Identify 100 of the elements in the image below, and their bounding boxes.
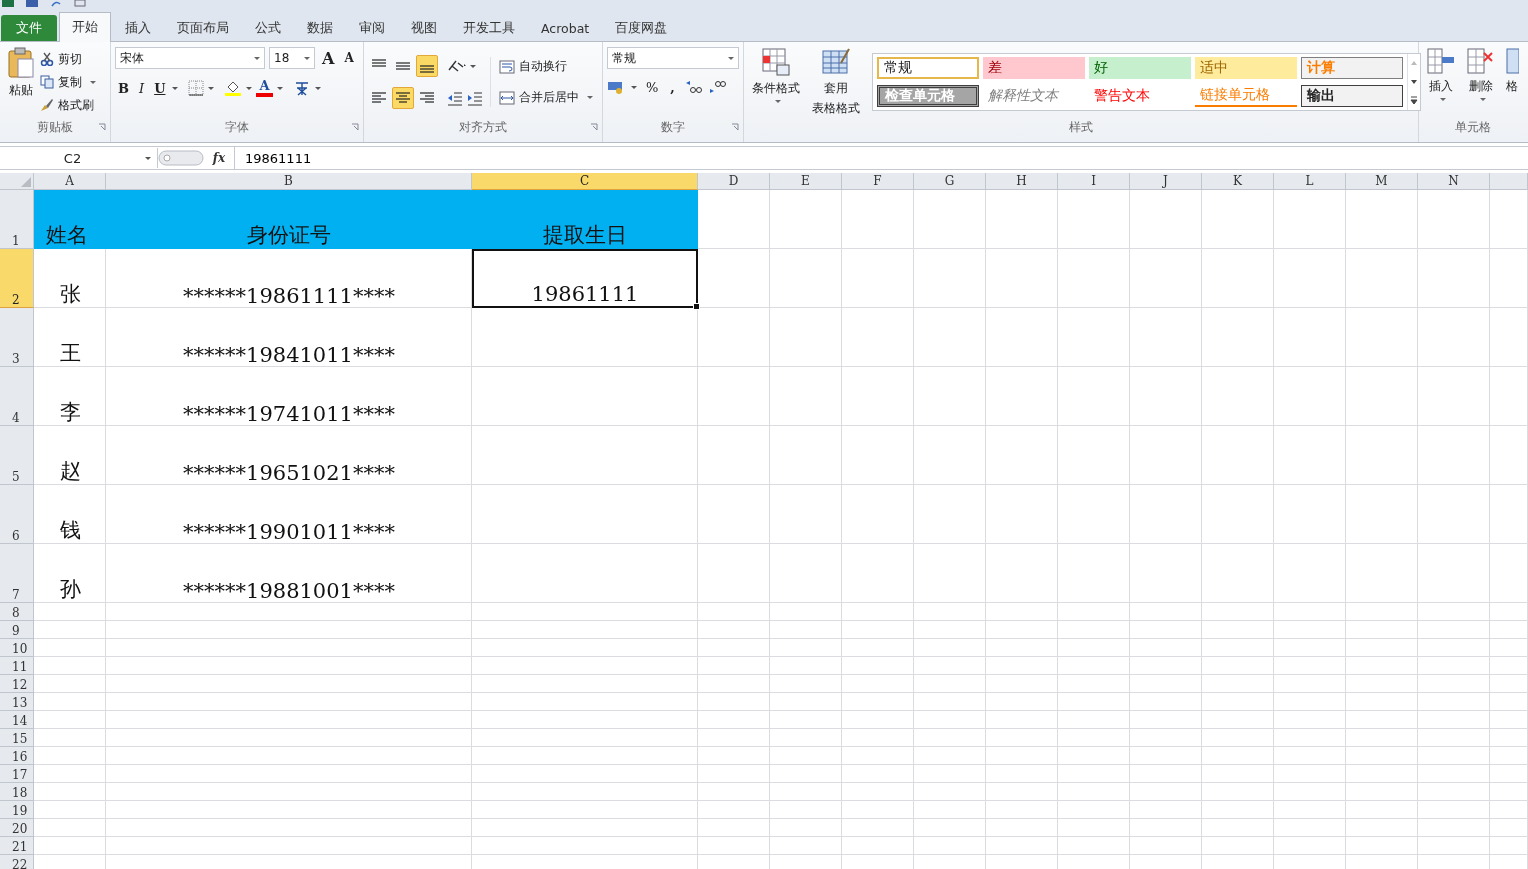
ribbon-tab[interactable]: 审阅 (347, 15, 397, 41)
column-header[interactable]: C (472, 173, 698, 190)
conditional-format-button[interactable]: 条件格式 (748, 47, 804, 103)
format-painter-button[interactable]: 格式刷 (38, 95, 98, 115)
row-header[interactable]: 7 (0, 544, 34, 603)
table-cell[interactable]: 王 (34, 308, 106, 367)
column-header[interactable]: J (1130, 173, 1202, 190)
column-header[interactable]: G (914, 173, 986, 190)
table-cell[interactable]: 钱 (34, 485, 106, 544)
cell-style-item[interactable]: 常规 (877, 57, 979, 79)
wrap-text-button[interactable]: 自动换行 (497, 57, 595, 76)
cell-style-item[interactable]: 好 (1089, 57, 1191, 79)
row-header[interactable]: 15 (0, 729, 34, 747)
column-header[interactable]: K (1202, 173, 1274, 190)
row-header[interactable]: 20 (0, 819, 34, 837)
row-header[interactable]: 6 (0, 485, 34, 544)
ribbon-tab[interactable]: 页面布局 (165, 15, 241, 41)
dialog-launcher-icon[interactable] (731, 123, 739, 131)
font-name-dropdown[interactable]: 宋体 (115, 47, 265, 69)
table-cell[interactable]: 孙 (34, 544, 106, 603)
column-header[interactable]: N (1418, 173, 1490, 190)
merge-center-button[interactable]: 合并后居中 (497, 88, 595, 107)
cell-style-item[interactable]: 警告文本 (1089, 85, 1191, 107)
cell-style-item[interactable]: 适中 (1195, 57, 1297, 79)
column-header[interactable]: L (1274, 173, 1346, 190)
dialog-launcher-icon[interactable] (590, 123, 598, 131)
number-format-dropdown[interactable]: 常规 (607, 47, 739, 69)
percent-button[interactable]: % (643, 79, 662, 95)
ribbon-tab[interactable]: Acrobat (529, 15, 602, 41)
increase-indent-icon[interactable] (466, 89, 484, 107)
row-header[interactable]: 4 (0, 367, 34, 426)
copy-button[interactable]: 复制 (38, 72, 98, 92)
row-header[interactable]: 2 (0, 249, 34, 308)
table-cell[interactable]: 李 (34, 367, 106, 426)
column-header[interactable]: H (986, 173, 1058, 190)
column-header[interactable]: B (106, 173, 472, 190)
font-size-dropdown[interactable]: 18 (269, 47, 315, 69)
borders-icon[interactable] (188, 80, 205, 96)
table-cell[interactable]: 身份证号 (106, 190, 472, 249)
row-header[interactable]: 3 (0, 308, 34, 367)
table-cell[interactable]: 张 (34, 249, 106, 308)
format-cells-button[interactable]: 格 (1503, 47, 1521, 95)
table-cell[interactable]: 提取生日 (472, 190, 698, 249)
row-header[interactable]: 19 (0, 801, 34, 819)
row-header[interactable]: 17 (0, 765, 34, 783)
table-cell[interactable]: ******19651021**** (106, 426, 472, 485)
format-as-table-button[interactable]: 套用 表格格式 (808, 47, 864, 117)
ribbon-tab[interactable]: 百度网盘 (603, 15, 680, 41)
vertical-align-button[interactable] (416, 55, 438, 77)
column-header[interactable]: A (34, 173, 106, 190)
table-cell[interactable]: 19861111 (472, 249, 698, 308)
grip-icon[interactable] (158, 149, 204, 167)
row-header[interactable]: 8 (0, 603, 34, 621)
comma-button[interactable]: , (667, 79, 678, 95)
row-header[interactable]: 12 (0, 675, 34, 693)
row-header[interactable]: 22 (0, 855, 34, 869)
ribbon-tab[interactable]: 数据 (295, 15, 345, 41)
cut-button[interactable]: 剪切 (38, 49, 98, 69)
insert-cells-button[interactable]: 插入 (1423, 47, 1459, 101)
paste-button[interactable]: 粘贴 (4, 47, 38, 99)
row-header[interactable]: 10 (0, 639, 34, 657)
ribbon-tab[interactable]: 插入 (113, 15, 163, 41)
row-header[interactable]: 13 (0, 693, 34, 711)
dialog-launcher-icon[interactable] (98, 123, 106, 131)
dialog-launcher-icon[interactable] (351, 123, 359, 131)
column-header[interactable]: F (842, 173, 914, 190)
table-cell[interactable]: ******19861111**** (106, 249, 472, 308)
fill-color-icon[interactable] (224, 79, 243, 97)
name-box[interactable]: C2 (0, 148, 158, 168)
ribbon-tab[interactable]: 视图 (399, 15, 449, 41)
row-header[interactable]: 16 (0, 747, 34, 765)
row-header[interactable]: 5 (0, 426, 34, 485)
column-header[interactable]: E (770, 173, 842, 190)
decrease-decimal-icon[interactable] (707, 79, 726, 95)
row-header[interactable]: 1 (0, 190, 34, 249)
table-cell[interactable]: ******19841011**** (106, 308, 472, 367)
undo-icon[interactable] (50, 0, 62, 7)
decrease-indent-icon[interactable] (446, 89, 464, 107)
font-color-button[interactable]: A (256, 79, 273, 97)
ribbon-tab[interactable]: 文件 (1, 15, 57, 41)
table-cell[interactable]: ******19741011**** (106, 367, 472, 426)
cell-style-item[interactable]: 解释性文本 (983, 85, 1085, 107)
table-cell[interactable]: 姓名 (34, 190, 106, 249)
table-cell[interactable]: ******19881001**** (106, 544, 472, 603)
row-header[interactable]: 18 (0, 783, 34, 801)
fill-handle[interactable] (693, 303, 700, 310)
row-header[interactable]: 21 (0, 837, 34, 855)
column-header[interactable]: M (1346, 173, 1418, 190)
row-header[interactable]: 14 (0, 711, 34, 729)
delete-cells-button[interactable]: 删除 (1463, 47, 1499, 101)
underline-button[interactable]: U (151, 80, 169, 96)
shrink-font-button[interactable]: A (341, 51, 357, 65)
horizontal-align-button[interactable] (392, 87, 414, 109)
bold-button[interactable]: B (115, 80, 132, 96)
currency-icon[interactable] (607, 79, 625, 95)
ribbon-tab[interactable]: 开始 (59, 12, 111, 42)
column-header[interactable]: I (1058, 173, 1130, 190)
insert-function-button[interactable]: fx (204, 150, 234, 166)
ribbon-tab[interactable]: 公式 (243, 15, 293, 41)
table-cell[interactable]: ******19901011**** (106, 485, 472, 544)
